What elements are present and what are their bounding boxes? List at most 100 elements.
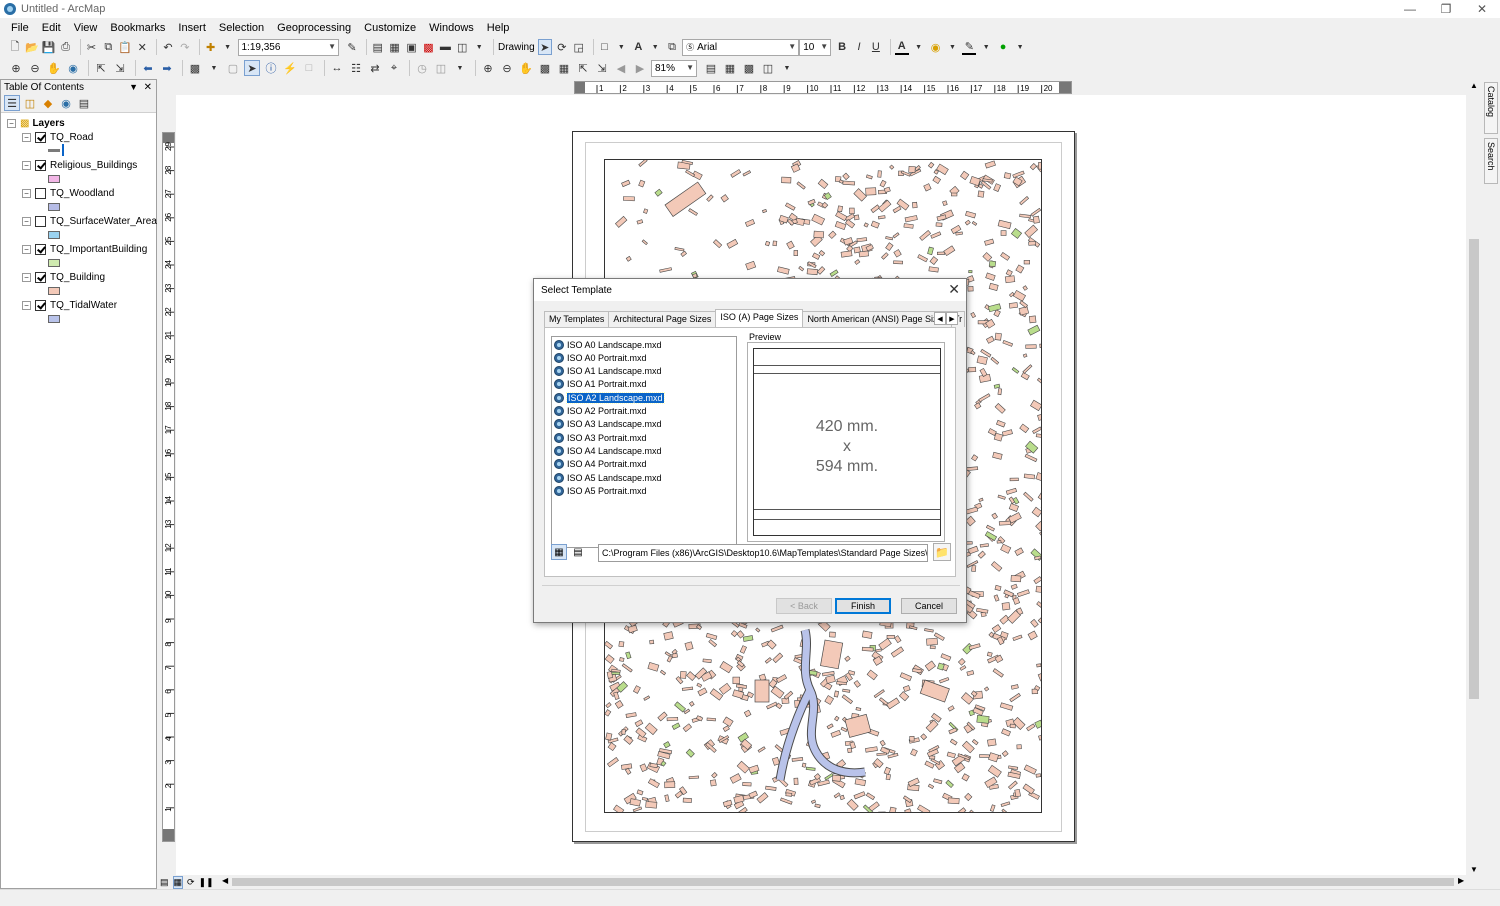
table-of-contents-icon[interactable]: ▤ — [371, 39, 385, 55]
menu-file[interactable]: File — [6, 22, 34, 34]
tab-iso-a-page-sizes[interactable]: ISO (A) Page Sizes — [715, 309, 804, 327]
zoom-in-icon[interactable]: ⊕ — [8, 60, 24, 76]
list-by-selection-icon[interactable]: ◉ — [58, 95, 74, 111]
list-item[interactable]: ISO A3 Portrait.mxd — [554, 432, 647, 444]
layer-row-tq-tidalwater[interactable]: − TQ_TidalWater — [22, 298, 117, 312]
select-features-icon[interactable]: ▩ — [187, 60, 203, 76]
editor-toolbar-icon[interactable]: ✎ — [345, 39, 359, 55]
identify-icon[interactable]: ⓘ — [263, 60, 279, 76]
toc-options-icon[interactable]: ▤ — [76, 95, 92, 111]
edit-vertices-icon[interactable]: ⧉ — [665, 39, 679, 55]
zoom-percent-combo[interactable]: 81% ▼ — [651, 59, 697, 77]
minimize-button[interactable]: — — [1392, 0, 1428, 18]
large-icons-view-icon[interactable]: ▦ — [551, 544, 567, 560]
pause-drawing-icon[interactable]: ❚❚ — [199, 877, 214, 888]
find-binoculars-icon[interactable]: ☷ — [348, 60, 364, 76]
scroll-up-icon[interactable]: ▲ — [1470, 81, 1478, 90]
rectangle-dropdown-icon[interactable]: ▼ — [614, 39, 628, 55]
catalog-tab[interactable]: Catalog — [1484, 82, 1498, 134]
forward-arrow-icon[interactable]: ➡ — [159, 60, 175, 76]
new-document-icon[interactable]: 🗋 — [8, 39, 22, 55]
menu-view[interactable]: View — [69, 22, 103, 34]
marker-color-icon[interactable]: ● — [996, 39, 1010, 55]
marker-color-dropdown-icon[interactable]: ▼ — [1013, 39, 1027, 55]
back-button[interactable]: < Back — [776, 598, 832, 614]
toolbar-overflow-icon[interactable]: ▼ — [472, 39, 486, 55]
layout-overflow-icon[interactable]: ▼ — [779, 60, 795, 76]
list-item[interactable]: ISO A5 Landscape.mxd — [554, 472, 662, 484]
zoom-100-percent-icon[interactable]: ▦ — [556, 60, 572, 76]
layout-zoom-out-icon[interactable]: ⊖ — [499, 60, 515, 76]
collapse-icon[interactable]: − — [22, 132, 31, 142]
list-item-selected[interactable]: ISO A2 Landscape.mxd — [554, 392, 665, 404]
collapse-icon[interactable]: − — [22, 272, 31, 282]
list-by-source-icon[interactable]: ◫ — [22, 95, 38, 111]
tab-architectural-page-sizes[interactable]: Architectural Page Sizes — [608, 311, 717, 327]
list-item[interactable]: ISO A1 Landscape.mxd — [554, 365, 662, 377]
python-window-icon[interactable]: ▬ — [438, 39, 452, 55]
delete-icon[interactable]: ✕ — [135, 39, 149, 55]
layer-row-tq-building[interactable]: − TQ_Building — [22, 270, 105, 284]
zoom-out-icon[interactable]: ⊖ — [27, 60, 43, 76]
religious-buildings-symbol[interactable] — [48, 175, 60, 183]
menu-geoprocessing[interactable]: Geoprocessing — [272, 22, 356, 34]
close-icon[interactable]: ✕ — [948, 281, 960, 298]
print-icon[interactable]: ⎙ — [59, 39, 73, 55]
fixed-zoom-out-icon[interactable]: ⇲ — [112, 60, 128, 76]
text-tool-icon[interactable]: A — [631, 39, 645, 55]
fill-color-dropdown-icon[interactable]: ▼ — [945, 39, 959, 55]
tidalwater-symbol[interactable] — [48, 315, 60, 323]
html-popup-icon[interactable]: □ — [301, 60, 317, 76]
fixed-zoom-out-layout-icon[interactable]: ⇲ — [594, 60, 610, 76]
list-view-icon[interactable]: ▤ — [570, 544, 586, 560]
list-item[interactable]: ISO A0 Portrait.mxd — [554, 352, 647, 364]
cancel-button[interactable]: Cancel — [901, 598, 957, 614]
layout-pan-icon[interactable]: ✋ — [518, 60, 534, 76]
collapse-icon[interactable]: − — [22, 216, 31, 226]
vertical-ruler[interactable]: 29 28 27 26 25 24 23 22 21 20 19 18 17 16 15 14 13 12 11 10… — [162, 132, 175, 842]
font-color-icon[interactable]: A — [894, 39, 909, 55]
list-by-drawing-order-icon[interactable]: ☰ — [4, 95, 20, 111]
data-view-icon[interactable]: ▤ — [160, 877, 169, 888]
road-line-symbol[interactable] — [48, 149, 60, 152]
layer-row-tq-importantbuilding[interactable]: − TQ_ImportantBuilding — [22, 242, 147, 256]
menu-help[interactable]: Help — [482, 22, 515, 34]
fixed-zoom-in-icon[interactable]: ⇱ — [93, 60, 109, 76]
select-elements-arrow-icon[interactable]: ➤ — [244, 60, 260, 76]
zoom-whole-page-icon[interactable]: ▩ — [537, 60, 553, 76]
collapse-icon[interactable]: − — [22, 300, 31, 310]
tab-scroll-right-icon[interactable]: ▶ — [946, 312, 958, 325]
full-extent-globe-icon[interactable]: ◉ — [65, 60, 81, 76]
change-layout-icon[interactable]: ▩ — [741, 60, 757, 76]
time-slider-icon[interactable]: ◷ — [414, 60, 430, 76]
bold-button[interactable]: B — [835, 39, 849, 55]
layout-view-icon[interactable]: ▦ — [172, 875, 184, 889]
pin-icon[interactable]: ▼ — [129, 82, 138, 92]
layer-row-tq-surfacewater-area[interactable]: − TQ_SurfaceWater_Area — [22, 214, 157, 228]
list-item[interactable]: ISO A2 Portrait.mxd — [554, 405, 647, 417]
focus-data-frame-icon[interactable]: ▦ — [722, 60, 738, 76]
tools-overflow-icon[interactable]: ▼ — [452, 60, 468, 76]
measure-icon[interactable]: ↔ — [329, 60, 345, 76]
list-item[interactable]: ISO A4 Portrait.mxd — [554, 458, 647, 470]
open-folder-icon[interactable]: 📂 — [25, 39, 39, 55]
list-item[interactable]: ISO A0 Landscape.mxd — [554, 339, 662, 351]
horizontal-ruler[interactable]: 1 2 3 4 5 6 7 8 9 10 11 12 13 14 15 16 17 18 19 20 — [574, 81, 1072, 94]
scroll-left-icon[interactable]: ◀ — [222, 876, 228, 885]
woodland-symbol[interactable] — [48, 203, 60, 211]
layer-visibility-checkbox[interactable] — [35, 243, 46, 255]
drawing-menu[interactable]: Drawing — [498, 42, 535, 53]
layer-row-tq-road[interactable]: − TQ_Road — [22, 130, 93, 144]
cut-icon[interactable]: ✂ — [85, 39, 99, 55]
hyperlink-icon[interactable]: ⚡ — [282, 60, 298, 76]
menu-customize[interactable]: Customize — [359, 22, 421, 34]
close-icon[interactable]: ✕ — [144, 82, 152, 93]
list-item[interactable]: ISO A4 Landscape.mxd — [554, 445, 662, 457]
horizontal-scrollbar[interactable]: ◀ ▶ — [220, 876, 1466, 888]
tab-north-american-ansi-page-sizes[interactable]: North American (ANSI) Page Sizes — [802, 311, 952, 327]
list-item[interactable]: ISO A3 Landscape.mxd — [554, 418, 662, 430]
add-data-dropdown-icon[interactable]: ▼ — [221, 39, 235, 55]
menu-edit[interactable]: Edit — [37, 22, 66, 34]
layout-zoom-in-icon[interactable]: ⊕ — [480, 60, 496, 76]
fill-color-icon[interactable]: ◉ — [929, 39, 943, 55]
